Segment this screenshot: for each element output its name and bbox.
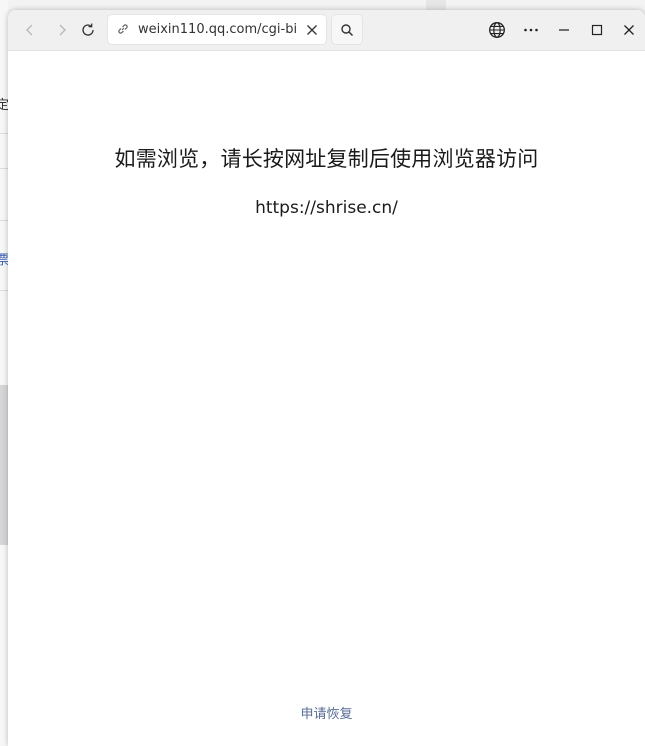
background-divider — [0, 133, 8, 134]
close-icon — [624, 25, 634, 35]
reload-icon — [82, 23, 94, 36]
page-url-text[interactable]: https://shrise.cn/ — [8, 198, 645, 218]
address-bar[interactable]: weixin110.qq.com/cgi-bin/m — [108, 15, 326, 44]
background-divider — [0, 290, 8, 291]
close-window-button[interactable] — [614, 16, 644, 44]
maximize-button[interactable] — [582, 16, 612, 44]
chevron-left-icon — [26, 24, 33, 36]
browser-window: weixin110.qq.com/cgi-bin/m — [8, 10, 645, 746]
address-url[interactable]: weixin110.qq.com/cgi-bin/m — [138, 22, 296, 38]
more-button[interactable] — [516, 16, 546, 44]
forward-button[interactable] — [48, 16, 76, 44]
chevron-right-icon — [59, 24, 66, 36]
search-button[interactable] — [332, 15, 362, 44]
restore-link[interactable]: 申请恢复 — [8, 703, 645, 722]
maximize-icon — [591, 24, 603, 36]
more-horizontal-icon — [524, 28, 538, 32]
background-fragment — [426, 0, 446, 10]
clear-address-button[interactable] — [304, 22, 320, 38]
link-icon — [118, 24, 128, 34]
minimize-button[interactable] — [549, 16, 579, 44]
background-divider — [0, 220, 8, 221]
search-icon — [341, 23, 354, 36]
page-heading: 如需浏览，请长按网址复制后使用浏览器访问 — [114, 147, 539, 171]
minimize-icon — [559, 29, 569, 31]
back-button[interactable] — [16, 16, 44, 44]
browser-titlebar: weixin110.qq.com/cgi-bin/m — [8, 10, 645, 51]
globe-button[interactable] — [482, 16, 512, 44]
globe-icon — [489, 22, 505, 38]
page-content: 如需浏览，请长按网址复制后使用浏览器访问 https://shrise.cn/ … — [8, 51, 645, 746]
background-divider — [0, 168, 8, 169]
reload-button[interactable] — [74, 16, 102, 44]
background-panel — [0, 385, 8, 545]
